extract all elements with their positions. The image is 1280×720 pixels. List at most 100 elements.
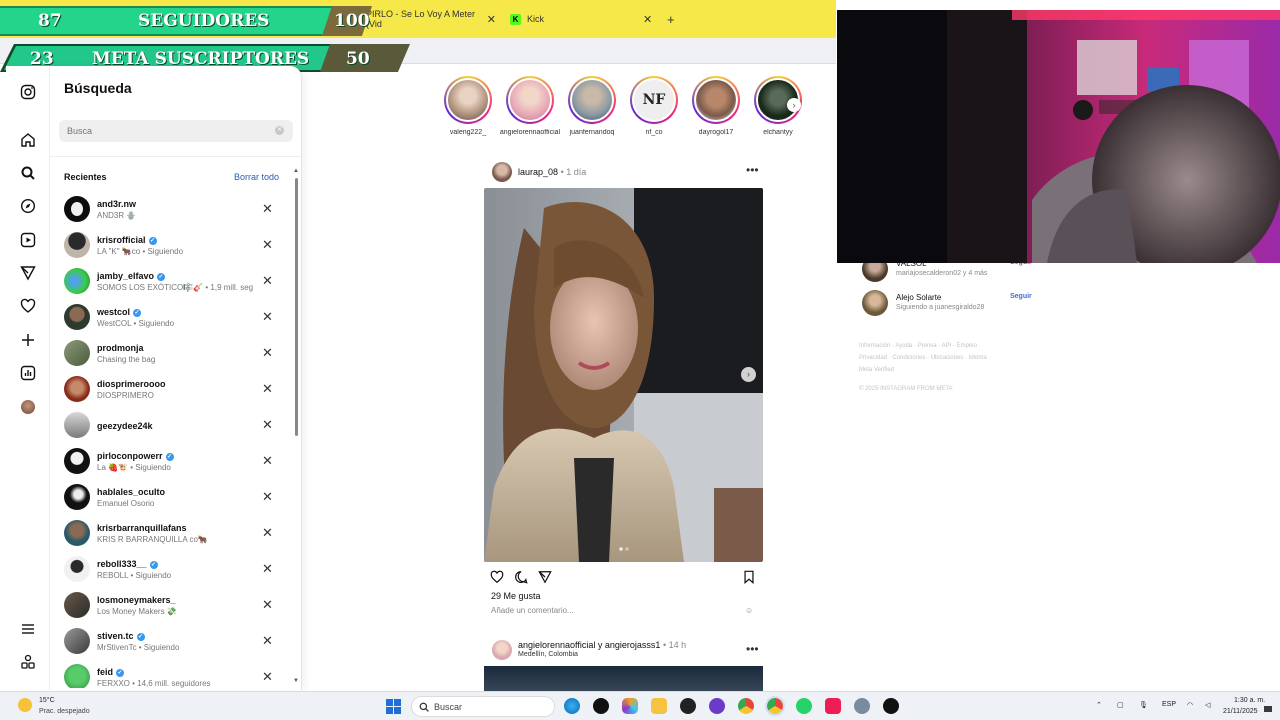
weather-status[interactable]: Prac. despejado (39, 708, 90, 715)
chrome-icon[interactable] (738, 698, 754, 714)
remove-icon[interactable]: ✕ (262, 273, 273, 289)
taskbar-search[interactable]: Buscar (411, 696, 555, 717)
post-username[interactable]: angielorennaofficial y angierojasss1 • 1… (518, 640, 686, 650)
list-item[interactable]: feid ✓ FERXXO • 14,6 mill. seguidores ✕ (50, 660, 292, 688)
more-options-icon[interactable]: ••• (746, 163, 759, 177)
save-bookmark-icon[interactable] (743, 570, 755, 584)
post-username[interactable]: laurap_08 • 1 día (518, 167, 586, 177)
list-item[interactable]: losmoneymakers_ Los Money Makers 💸 ✕ (50, 588, 292, 624)
list-item[interactable]: geezydee24k ✕ (50, 408, 292, 444)
more-options-icon[interactable]: ••• (746, 642, 759, 656)
search-icon[interactable] (18, 163, 38, 183)
more-menu-icon[interactable] (18, 619, 38, 639)
also-from-meta-icon[interactable] (18, 652, 38, 672)
chrome-active-icon[interactable] (765, 696, 785, 716)
emoji-icon[interactable]: ☺ (745, 606, 753, 615)
footer-link-row[interactable]: Meta Verified (859, 364, 1039, 376)
footer-link-row[interactable]: Información · Ayuda · Prensa · API · Emp… (859, 340, 1039, 352)
tab-kick[interactable]: K Kick ✕ (510, 8, 656, 30)
post-photo[interactable] (484, 188, 763, 562)
remove-icon[interactable]: ✕ (262, 237, 273, 253)
remove-icon[interactable]: ✕ (262, 381, 273, 397)
list-item[interactable]: westcol ✓ WestCOL • Siguiendo ✕ (50, 300, 292, 336)
story-item[interactable]: juanfernandoq (566, 76, 618, 142)
story-item[interactable]: valeng222_ (442, 76, 494, 142)
instagram-logo-icon[interactable] (18, 82, 38, 102)
avatar[interactable] (492, 162, 512, 182)
whatsapp-icon[interactable] (796, 698, 812, 714)
footer-link-row[interactable]: Privacidad · Condiciones · Ubicaciones ·… (859, 352, 1039, 364)
tiktok-live-icon[interactable] (883, 698, 899, 714)
create-plus-icon[interactable] (18, 330, 38, 350)
post-photo[interactable] (484, 666, 763, 694)
temperature[interactable]: 15°C (39, 697, 55, 704)
edge-browser-icon[interactable] (564, 698, 580, 714)
clock-date[interactable]: 21/11/2025 (1223, 708, 1258, 715)
avatar[interactable] (862, 290, 888, 316)
tiktok-studio-icon[interactable] (825, 698, 841, 714)
like-heart-icon[interactable] (490, 570, 504, 584)
obs-icon[interactable] (680, 698, 696, 714)
messages-icon[interactable] (18, 263, 38, 283)
home-icon[interactable] (18, 130, 38, 150)
notification-icon[interactable] (1264, 706, 1272, 712)
tab-pirlo-video[interactable]: PIRLO - Se Lo Voy A Meter (Vid ✕ (366, 8, 496, 30)
list-item[interactable]: prodmonja Chasing the bag ✕ (50, 336, 292, 372)
story-item[interactable]: NF nf_co (628, 76, 680, 142)
settings-gear-icon[interactable] (854, 698, 870, 714)
tray-app-icon[interactable]: ▢ (1117, 701, 1124, 709)
scrollbar-thumb[interactable] (295, 178, 298, 436)
list-item[interactable]: krisrbarranquillafans KRIS R BARRANQUILL… (50, 516, 292, 552)
list-item[interactable]: jamby_elfavo ✓ SOMOS LOS EXÓTICO🎼🎸 • 1,9 … (50, 264, 292, 300)
story-item[interactable]: angielorennaofficial (500, 76, 560, 142)
remove-icon[interactable]: ✕ (262, 561, 273, 577)
follow-button[interactable]: Seguir (1010, 293, 1032, 300)
share-icon[interactable] (538, 570, 552, 584)
list-item[interactable]: krisrofficial ✓ LA "K" 🐂co • Siguiendo ✕ (50, 228, 292, 264)
list-item[interactable]: and3r.nw AND3R 🪬 ✕ (50, 192, 292, 228)
volume-icon[interactable]: ◁ (1205, 701, 1210, 709)
clock-time[interactable]: 1:30 a. m. (1234, 697, 1265, 704)
remove-icon[interactable]: ✕ (262, 489, 273, 505)
copilot-icon[interactable] (622, 698, 638, 714)
remove-icon[interactable]: ✕ (262, 597, 273, 613)
remove-icon[interactable]: ✕ (262, 345, 273, 361)
likes-count[interactable]: 29 Me gusta (491, 591, 541, 601)
list-item[interactable]: diosprimeroooo DIOSPRIMERO ✕ (50, 372, 292, 408)
reels-icon[interactable] (18, 230, 38, 250)
tiktok-icon[interactable] (593, 698, 609, 714)
dashboard-icon[interactable] (18, 363, 38, 383)
language-indicator[interactable]: ESP (1162, 701, 1176, 708)
remove-icon[interactable]: ✕ (262, 525, 273, 541)
close-icon[interactable]: ✕ (487, 13, 496, 26)
wifi-icon[interactable]: ◠ (1187, 701, 1193, 709)
stories-next-icon[interactable]: › (787, 98, 801, 112)
microphone-icon[interactable]: 🎙 (1139, 701, 1148, 709)
list-item[interactable]: hablales_oculto Emanuel Osorio ✕ (50, 480, 292, 516)
comment-input[interactable]: Añade un comentario... (491, 606, 574, 615)
profile-avatar[interactable] (18, 397, 38, 417)
remove-icon[interactable]: ✕ (262, 669, 273, 685)
remove-icon[interactable]: ✕ (262, 453, 273, 469)
list-item[interactable]: reboll333__ ✓ REBOLL • Siguiendo ✕ (50, 552, 292, 588)
remove-icon[interactable]: ✕ (262, 201, 273, 217)
remove-icon[interactable]: ✕ (262, 309, 273, 325)
chevron-up-icon[interactable]: ⌃ (1096, 701, 1102, 709)
file-explorer-icon[interactable] (651, 698, 667, 714)
close-icon[interactable]: ✕ (643, 13, 652, 26)
remove-icon[interactable]: ✕ (262, 633, 273, 649)
list-item[interactable]: stiven.tc ✓ MrStivenTc • Siguiendo ✕ (50, 624, 292, 660)
avatar[interactable] (492, 640, 512, 660)
search-input[interactable] (59, 120, 293, 142)
story-item[interactable]: dayrogol17 (690, 76, 742, 142)
explore-icon[interactable] (18, 196, 38, 216)
remove-icon[interactable]: ✕ (262, 417, 273, 433)
app-icon[interactable] (709, 698, 725, 714)
weather-icon[interactable] (18, 698, 32, 712)
new-tab-button[interactable]: + (667, 8, 675, 30)
carousel-next-icon[interactable]: › (741, 367, 756, 382)
notifications-heart-icon[interactable] (18, 296, 38, 316)
clear-search-icon[interactable]: ✕ (275, 126, 284, 135)
comment-icon[interactable] (514, 570, 528, 584)
suggestion-name[interactable]: Alejo Solarte (896, 293, 941, 302)
